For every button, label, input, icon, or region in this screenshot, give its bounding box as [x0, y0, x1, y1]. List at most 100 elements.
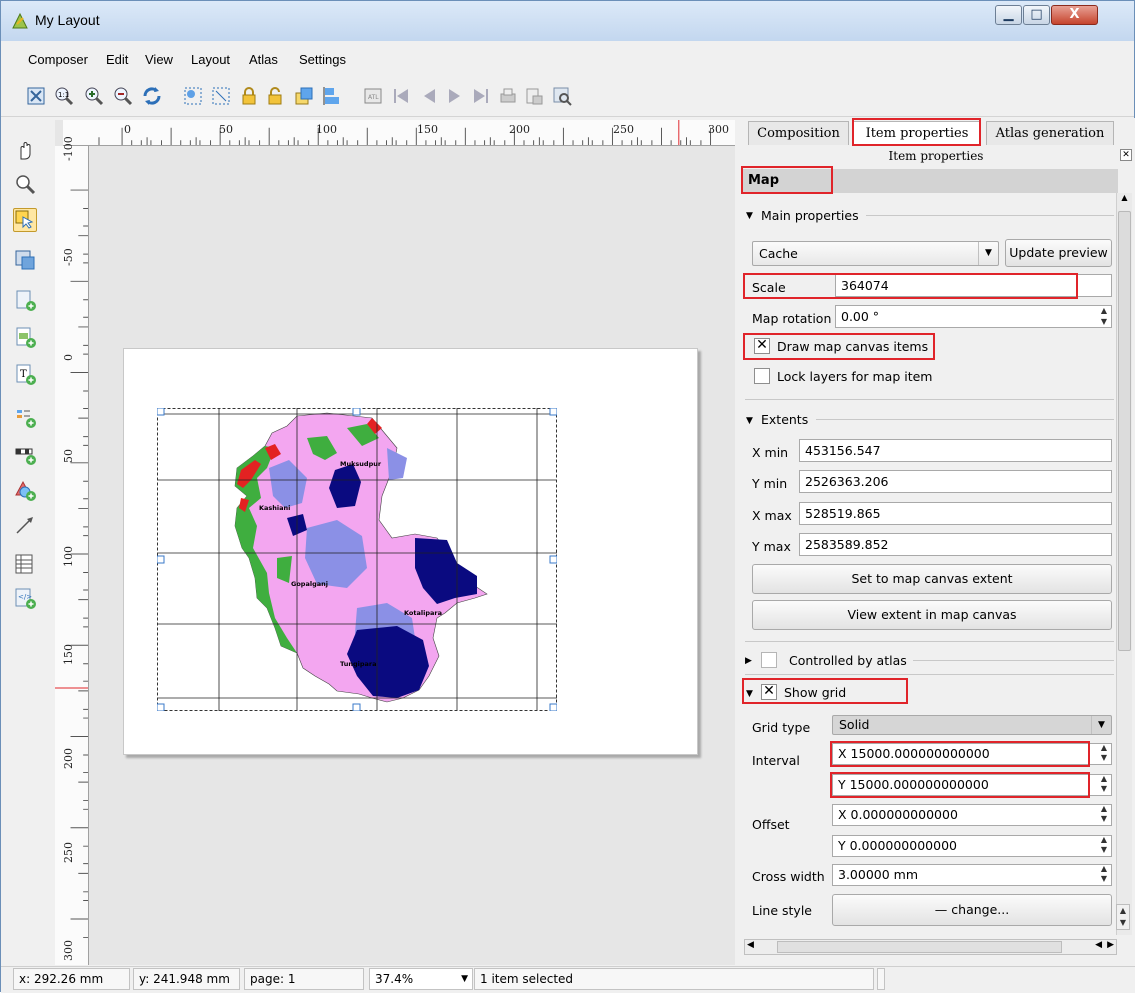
line-style-button[interactable]: — change...: [832, 894, 1112, 926]
tab-composition[interactable]: Composition: [748, 121, 849, 145]
panel-hscrollbar[interactable]: ◀ ◀ ▶: [744, 939, 1117, 955]
add-image-icon[interactable]: [13, 325, 37, 349]
scroll-thumb[interactable]: [1118, 211, 1131, 651]
cache-combo[interactable]: Cache ▼: [752, 241, 999, 266]
panel-title: Item properties: [888, 149, 984, 163]
add-label-icon[interactable]: T: [13, 362, 37, 386]
map-rotation-label: Map rotation: [752, 311, 832, 326]
panel-close-button[interactable]: ✕: [1120, 149, 1132, 161]
section-map: Map: [743, 169, 1118, 193]
scroll-left-icon[interactable]: ◀: [1095, 940, 1102, 950]
ungroup-items-icon[interactable]: [210, 85, 232, 107]
title-bar: My Layout ▁ □ X: [1, 1, 1134, 41]
add-shape-icon[interactable]: [13, 478, 37, 502]
add-legend-icon[interactable]: [13, 405, 37, 429]
xmax-input[interactable]: 528519.865: [799, 502, 1112, 525]
view-extent-button[interactable]: View extent in map canvas: [752, 600, 1112, 630]
menu-settings[interactable]: Settings: [299, 52, 346, 67]
xmin-input[interactable]: 453156.547: [799, 439, 1112, 462]
interval-x-input[interactable]: X 15000.000000000000: [832, 743, 1112, 765]
vruler-label: 150: [62, 644, 75, 665]
hscroll-thumb[interactable]: [777, 941, 1062, 953]
ymin-input[interactable]: 2526363.206: [799, 470, 1112, 493]
offset-y-spinner[interactable]: ▲ ▼: [1097, 835, 1111, 857]
zoom-100-icon[interactable]: 1:1: [53, 85, 75, 107]
collapse-grid-icon[interactable]: ▼: [746, 689, 753, 699]
first-feature-icon[interactable]: [390, 85, 412, 107]
align-items-icon[interactable]: [321, 85, 343, 107]
ymax-input[interactable]: 2583589.852: [799, 533, 1112, 556]
grid-type-combo[interactable]: Solid ▼: [832, 715, 1112, 735]
select-move-tool[interactable]: [13, 208, 37, 232]
zoom-full-icon[interactable]: [25, 85, 47, 107]
menu-composer[interactable]: Composer: [28, 52, 88, 67]
next-feature-icon[interactable]: [444, 85, 466, 107]
menu-view[interactable]: View: [145, 52, 173, 67]
tab-atlas-generation[interactable]: Atlas generation: [986, 121, 1114, 145]
atlas-settings-icon[interactable]: [551, 85, 573, 107]
scale-input[interactable]: 364074: [835, 274, 1112, 297]
refresh-icon[interactable]: [141, 85, 163, 107]
map-label-kashiani: Kashiani: [259, 504, 291, 512]
interval-y-input[interactable]: Y 15000.000000000000: [832, 774, 1112, 796]
scroll-up-icon[interactable]: ▲: [1118, 193, 1131, 207]
show-grid-checkbox[interactable]: ✕: [761, 684, 777, 700]
atlas-preview-icon[interactable]: ATL: [362, 85, 384, 107]
minimize-button[interactable]: ▁: [995, 5, 1022, 25]
grid-type-value: Solid: [839, 717, 870, 732]
lock-icon[interactable]: [238, 85, 260, 107]
menu-layout[interactable]: Layout: [191, 52, 230, 67]
add-map-icon[interactable]: [13, 288, 37, 312]
offset-x-spinner[interactable]: ▲ ▼: [1097, 804, 1111, 826]
zoom-in-icon[interactable]: [83, 85, 105, 107]
tab-item-properties[interactable]: Item properties: [853, 121, 981, 145]
interval-y-spinner[interactable]: ▲ ▼: [1097, 774, 1111, 796]
scroll-right-icon[interactable]: ▶: [1107, 940, 1114, 950]
menu-atlas[interactable]: Atlas: [249, 52, 278, 67]
move-content-icon[interactable]: [13, 248, 37, 272]
status-spacer: [877, 968, 885, 990]
pan-icon[interactable]: [13, 139, 37, 163]
maximize-button[interactable]: □: [1023, 5, 1050, 25]
status-page: page: 1: [244, 968, 364, 990]
add-html-icon[interactable]: </>: [13, 586, 37, 610]
cross-width-spinner[interactable]: ▲ ▼: [1097, 864, 1111, 886]
set-canvas-extent-button[interactable]: Set to map canvas extent: [752, 564, 1112, 594]
rotation-spinner[interactable]: ▲ ▼: [1097, 305, 1111, 328]
scroll-left-icon[interactable]: ◀: [747, 940, 754, 950]
vruler-label: 200: [62, 748, 75, 769]
collapse-main-icon[interactable]: ▼: [746, 211, 753, 221]
group-items-icon[interactable]: [182, 85, 204, 107]
print-atlas-icon[interactable]: [497, 85, 519, 107]
lock-layers-checkbox[interactable]: [754, 368, 770, 384]
map-rotation-input[interactable]: 0.00 °: [835, 305, 1112, 328]
update-preview-button[interactable]: Update preview: [1005, 239, 1112, 267]
panel-scrollbar[interactable]: ▲: [1116, 193, 1132, 935]
collapse-extents-icon[interactable]: ▼: [746, 416, 753, 426]
add-arrow-icon[interactable]: [13, 513, 37, 537]
add-scalebar-icon[interactable]: [13, 442, 37, 466]
offset-x-input[interactable]: X 0.000000000000: [832, 804, 1112, 826]
prev-feature-icon[interactable]: [418, 85, 440, 107]
unlock-icon[interactable]: [264, 85, 286, 107]
close-window-button[interactable]: X: [1051, 5, 1098, 25]
cross-width-input[interactable]: 3.00000 mm: [832, 864, 1112, 886]
draw-canvas-items-checkbox[interactable]: ✕: [754, 338, 770, 354]
hruler-label: 300: [708, 123, 729, 136]
panel-scroll-down[interactable]: ▲ ▼: [1116, 904, 1130, 930]
offset-y-input[interactable]: Y 0.000000000000: [832, 835, 1112, 857]
horizontal-ruler: [63, 120, 735, 146]
menu-edit[interactable]: Edit: [106, 52, 128, 67]
last-feature-icon[interactable]: [470, 85, 492, 107]
menu-bar: Composer Edit View Layout Atlas Settings: [1, 49, 1134, 69]
raise-item-icon[interactable]: [293, 85, 315, 107]
zoom-out-icon[interactable]: [112, 85, 134, 107]
interval-x-spinner[interactable]: ▲ ▼: [1097, 743, 1111, 765]
add-table-icon[interactable]: [13, 552, 37, 576]
zoom-combo[interactable]: 37.4% ▼: [369, 968, 473, 990]
ymax-label: Y max: [752, 539, 791, 554]
zoom-tool-icon[interactable]: [13, 172, 37, 196]
expand-atlas-icon[interactable]: ▶: [745, 656, 752, 666]
controlled-by-atlas-checkbox[interactable]: [761, 652, 777, 668]
export-atlas-icon[interactable]: [523, 85, 545, 107]
